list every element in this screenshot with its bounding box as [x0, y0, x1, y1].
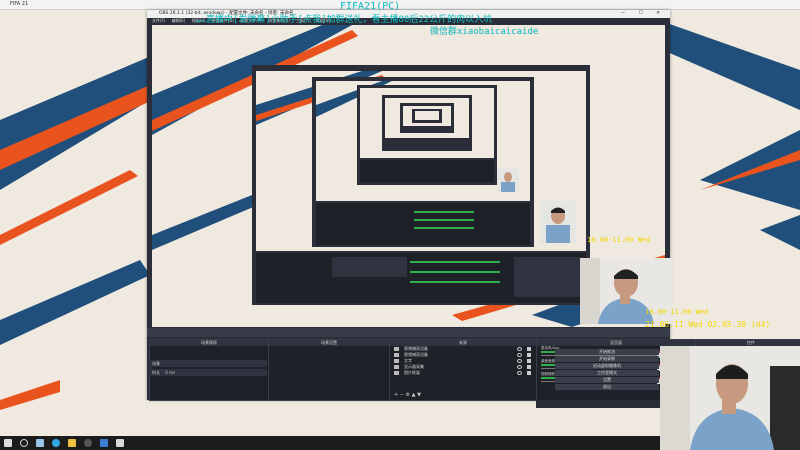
camera-icon	[394, 353, 399, 357]
webcam-main	[660, 346, 800, 450]
virtual-camera-button[interactable]: 启动虚拟摄像机	[555, 363, 659, 369]
outer-window-title: FIFA 21	[10, 1, 29, 7]
lock-icon[interactable]	[527, 371, 531, 375]
eye-icon[interactable]	[517, 365, 522, 369]
timestamp-overlay: 10.00-11.00 Wed	[587, 236, 651, 244]
source-actions[interactable]: + − ⚙ ▲ ▼	[394, 392, 421, 398]
search-icon[interactable]	[20, 439, 28, 447]
start-streaming-button[interactable]: 开始推流	[555, 349, 659, 355]
scene-field[interactable]: 场景	[149, 360, 267, 367]
source-name: 视频捕获设备	[404, 352, 428, 357]
source-name: 视频捕获设备	[404, 346, 428, 351]
game-icon[interactable]	[116, 439, 124, 447]
source-name: 图片框架	[404, 370, 420, 375]
eye-icon[interactable]	[517, 371, 522, 375]
edge-icon[interactable]	[52, 439, 60, 447]
menu-edit[interactable]: 编辑(E)	[172, 18, 186, 23]
duration-value: 0 ms	[165, 370, 176, 375]
duration-field[interactable]: 时长 0 ms	[149, 369, 267, 376]
image-icon	[394, 371, 399, 375]
text-icon	[394, 359, 399, 363]
exit-button[interactable]: 退出	[555, 384, 659, 390]
windows-taskbar	[0, 436, 660, 450]
duration-label: 时长	[152, 370, 160, 375]
source-name: 显示器采集	[404, 364, 424, 369]
file-explorer-icon[interactable]	[68, 439, 76, 447]
window-controls[interactable]: — ☐ ✕	[621, 10, 666, 18]
lock-icon[interactable]	[527, 365, 531, 369]
game-title-overlay: FIFA21(PC)	[340, 1, 401, 12]
lock-icon[interactable]	[527, 359, 531, 363]
lock-icon[interactable]	[527, 347, 531, 351]
timestamp-overlay: 21.06.11 Wed 02.05.30 (d4)	[645, 320, 771, 329]
source-row[interactable]: 图片框架	[390, 370, 536, 376]
eye-icon[interactable]	[517, 359, 522, 363]
camera-icon	[394, 347, 399, 351]
eye-icon[interactable]	[517, 347, 522, 351]
sources-dock: 来源 视频捕获设备 视频捕获设备 文字 显示器采集 图片框架 + − ⚙ ▲ ▼	[389, 339, 537, 401]
scene-options-title: 场景设置	[269, 340, 389, 346]
eye-icon[interactable]	[517, 353, 522, 357]
obs-icon[interactable]	[84, 439, 92, 447]
start-recording-button[interactable]: 开始录制	[555, 356, 659, 362]
studio-mode-button[interactable]: 工作室模式	[555, 370, 659, 376]
obs-window[interactable]: OBS 26.1.1 (32-bit, windows) - 配置文件: 未命名…	[147, 10, 800, 408]
scene-options-dock: 场景设置	[268, 339, 390, 401]
preview-toolbar	[147, 328, 670, 337]
store-icon[interactable]	[100, 439, 108, 447]
webcam-tiny	[497, 168, 519, 192]
windows-start-icon[interactable]	[4, 439, 12, 447]
control-buttons-column: 开始推流 开始录制 启动虚拟摄像机 工作室模式 设置 退出	[555, 348, 659, 391]
webcam-small	[540, 201, 576, 243]
scene-template-title: 场景模版	[150, 340, 268, 346]
source-name: 文字	[404, 358, 412, 363]
scene-settings-dock: 场景 时长 0 ms	[149, 358, 267, 399]
timestamp-overlay: 10.00-11.00 Wed	[645, 308, 709, 316]
task-view-icon[interactable]	[36, 439, 44, 447]
settings-button[interactable]: 设置	[555, 377, 659, 383]
monitor-icon	[394, 365, 399, 369]
menu-file[interactable]: 文件(F)	[152, 18, 165, 23]
scene-field-label: 场景	[152, 361, 160, 366]
wechat-group-overlay: 微信群xiaobaicaicaide	[430, 27, 539, 37]
lock-icon[interactable]	[527, 353, 531, 357]
